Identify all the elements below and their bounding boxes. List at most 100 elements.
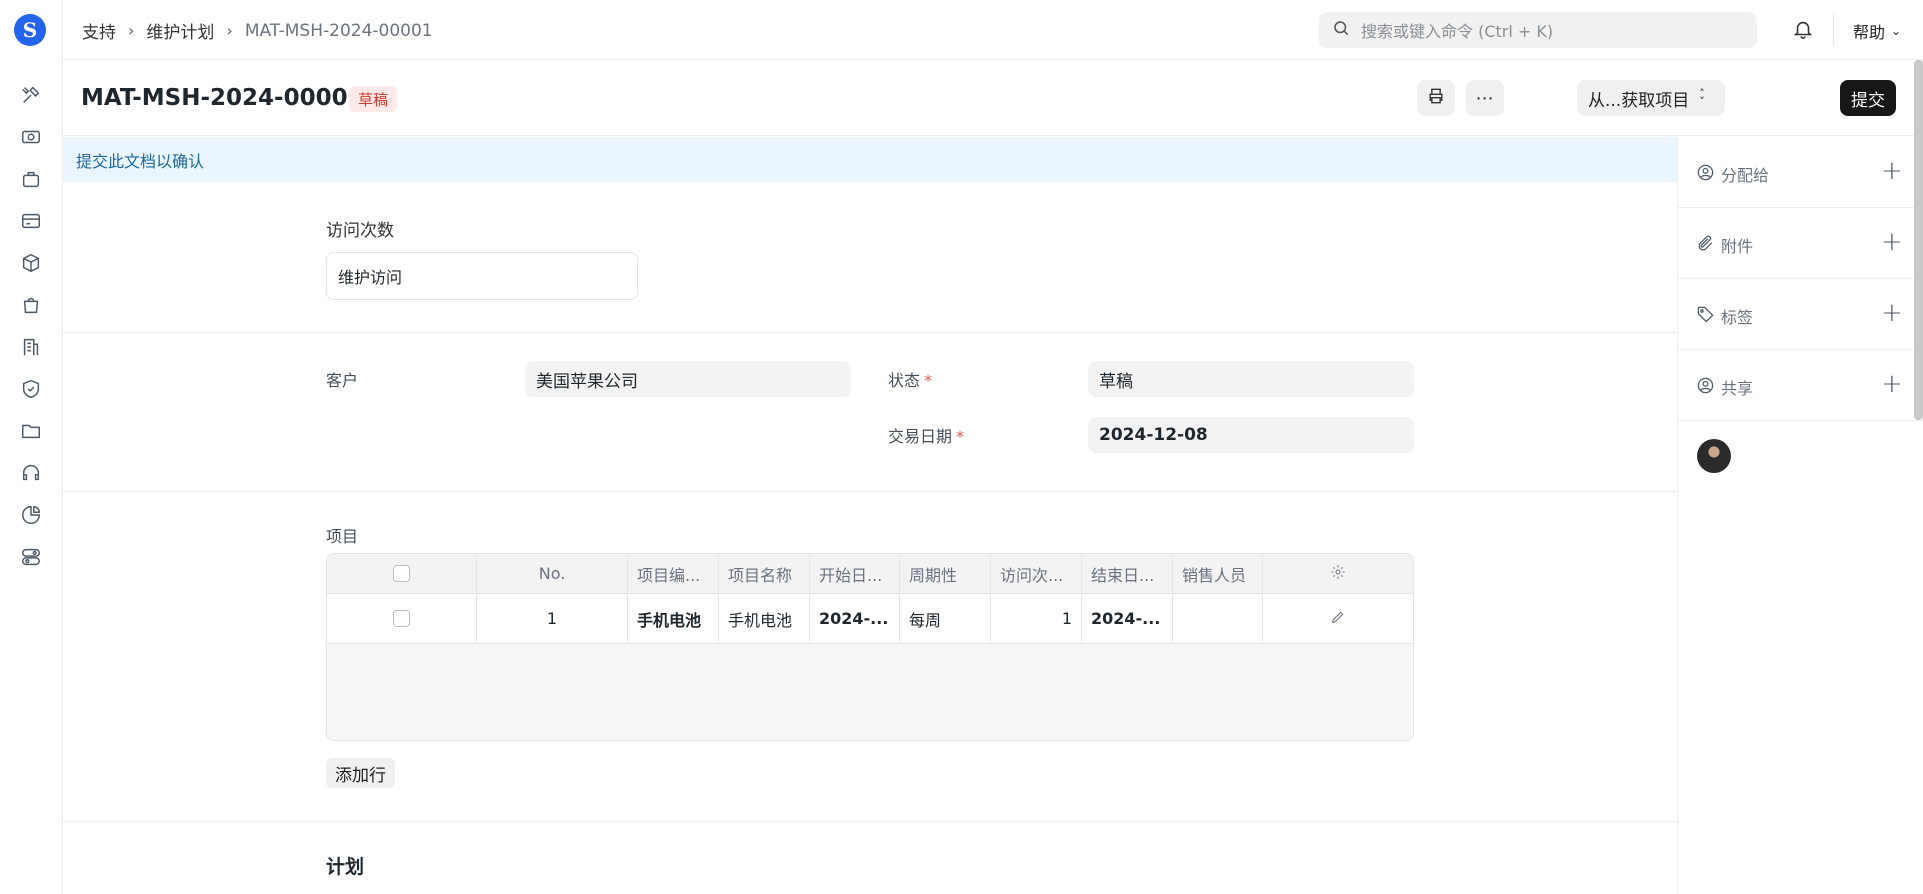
edit-row-button[interactable] xyxy=(1263,594,1413,643)
paperclip-icon xyxy=(1696,234,1716,254)
tools-icon[interactable] xyxy=(19,83,43,107)
ellipsis-icon: ⋯ xyxy=(1475,87,1495,109)
section-divider xyxy=(63,491,1677,492)
submit-button[interactable]: 提交 xyxy=(1840,80,1896,116)
sidebar-item-label: 附件 xyxy=(1721,237,1754,256)
plus-icon[interactable]: + xyxy=(1881,298,1903,328)
search-icon xyxy=(1332,19,1361,41)
assign-user-icon xyxy=(1696,163,1716,183)
schedule-section-title: 计划 xyxy=(326,856,365,878)
form-sidebar: 分配给 + 附件 + 标签 + 共享 + xyxy=(1677,137,1923,894)
sort-updown-icon: ˄ ˅ xyxy=(1699,87,1705,108)
page-title: MAT-MSH-2024-00001 xyxy=(81,85,364,111)
printer-icon xyxy=(1426,86,1446,110)
column-header: 开始日... xyxy=(810,554,900,593)
submit-notice: 提交此文档以确认 xyxy=(63,137,1677,182)
transaction-date-field[interactable]: 2024-12-08 xyxy=(1088,417,1414,453)
building-icon[interactable] xyxy=(19,335,43,359)
visits-field[interactable]: 维护访问 xyxy=(326,252,638,300)
sidebar-item-tags[interactable]: 标签 + xyxy=(1678,279,1923,350)
more-actions-button[interactable]: ⋯ xyxy=(1466,80,1504,116)
breadcrumb: 支持 › 维护计划 › MAT-MSH-2024-00001 xyxy=(82,18,433,44)
form-body: 访问次数 维护访问 客户 美国苹果公司 状态 * 草稿 交易日期 * 2024-12… xyxy=(63,182,1677,894)
breadcrumb-support[interactable]: 支持 xyxy=(82,18,116,43)
sidebar-item-share[interactable]: 共享 + xyxy=(1678,350,1923,421)
sidebar-item-label: 分配给 xyxy=(1721,166,1770,185)
share-user-icon xyxy=(1696,376,1716,396)
help-label: 帮助 xyxy=(1853,23,1886,42)
app-logo[interactable]: S xyxy=(14,14,46,46)
sidebar-item-assign[interactable]: 分配给 + xyxy=(1678,137,1923,208)
customer-field[interactable]: 美国苹果公司 xyxy=(525,361,851,397)
item-name-cell[interactable]: 手机电池 xyxy=(719,594,810,643)
search-placeholder: 搜索或键入命令 (Ctrl + K) xyxy=(1361,22,1554,41)
section-divider xyxy=(63,821,1677,822)
items-label: 项目 xyxy=(326,527,359,546)
row-select-cell xyxy=(327,594,477,643)
chevron-right-icon: › xyxy=(226,21,233,40)
plus-icon[interactable]: + xyxy=(1881,227,1903,257)
shield-icon[interactable] xyxy=(19,377,43,401)
get-items-from-button[interactable]: 从...获取项目 ˄ ˅ xyxy=(1577,80,1725,116)
add-row-button[interactable]: 添加行 xyxy=(326,758,395,788)
column-header: 访问次... xyxy=(991,554,1082,593)
start-date-cell[interactable]: 2024-... xyxy=(810,594,900,643)
plus-icon[interactable]: + xyxy=(1881,156,1903,186)
page-head: MAT-MSH-2024-00001 草稿 从...获取项目 ˄ ˅ ⋯ 提交 xyxy=(63,60,1923,136)
pie-chart-icon[interactable] xyxy=(19,503,43,527)
notification-bell-icon[interactable] xyxy=(1792,18,1816,42)
chevron-down-icon: ⌄ xyxy=(1891,24,1902,38)
pencil-icon xyxy=(1330,609,1346,629)
search-bar[interactable]: 搜索或键入命令 (Ctrl + K) xyxy=(1319,12,1757,48)
customer-label: 客户 xyxy=(326,371,359,390)
headset-icon[interactable] xyxy=(19,461,43,485)
shopping-bag-icon[interactable] xyxy=(19,167,43,191)
table-header: No. 项目编... 项目名称 开始日... 周期性 访问次... 结束日...… xyxy=(327,554,1413,594)
sidebar-item-label: 标签 xyxy=(1721,308,1754,327)
page-scrollbar[interactable] xyxy=(1914,60,1923,420)
sidebar-item-attachments[interactable]: 附件 + xyxy=(1678,208,1923,279)
app-sidebar: S xyxy=(0,0,63,894)
breadcrumb-maintenance-schedule[interactable]: 维护计划 xyxy=(146,18,214,43)
plus-icon[interactable]: + xyxy=(1881,369,1903,399)
column-header: 销售人员 xyxy=(1173,554,1263,593)
top-navbar: 支持 › 维护计划 › MAT-MSH-2024-00001 搜索或键入命令 (… xyxy=(63,0,1923,60)
visits-label: 访问次数 xyxy=(326,221,394,241)
end-date-cell[interactable]: 2024-... xyxy=(1082,594,1173,643)
chevron-right-icon: › xyxy=(128,21,135,40)
transaction-date-label: 交易日期 * xyxy=(888,427,965,446)
breadcrumb-current[interactable]: MAT-MSH-2024-00001 xyxy=(245,21,433,41)
column-header: No. xyxy=(477,554,628,593)
status-badge: 草稿 xyxy=(349,86,398,112)
column-header: 项目名称 xyxy=(719,554,810,593)
items-table: No. 项目编... 项目名称 开始日... 周期性 访问次... 结束日...… xyxy=(326,553,1414,741)
toggle-icon[interactable] xyxy=(19,545,43,569)
bag-icon[interactable] xyxy=(19,293,43,317)
print-button[interactable] xyxy=(1417,80,1455,116)
periodicity-cell[interactable]: 每周 xyxy=(900,594,991,643)
package-icon[interactable] xyxy=(19,251,43,275)
eye-money-icon[interactable] xyxy=(19,125,43,149)
visits-cell[interactable]: 1 xyxy=(991,594,1082,643)
item-code-cell[interactable]: 手机电池 xyxy=(628,594,719,643)
divider xyxy=(1833,14,1834,46)
sales-person-cell[interactable] xyxy=(1173,594,1263,643)
folder-icon[interactable] xyxy=(19,419,43,443)
tag-icon xyxy=(1696,305,1716,325)
column-header: 项目编... xyxy=(628,554,719,593)
row-checkbox[interactable] xyxy=(393,610,410,627)
select-all-checkbox[interactable] xyxy=(393,565,410,582)
table-row[interactable]: 1 手机电池 手机电池 2024-... 每周 1 2024-... xyxy=(327,594,1413,644)
help-dropdown[interactable]: 帮助 ⌄ xyxy=(1853,19,1901,43)
select-all-cell xyxy=(327,554,477,593)
sidebar-item-label: 共享 xyxy=(1721,379,1754,398)
status-field[interactable]: 草稿 xyxy=(1088,361,1414,397)
column-settings-button[interactable] xyxy=(1263,554,1413,593)
owner-avatar[interactable] xyxy=(1697,439,1731,473)
section-divider xyxy=(63,332,1677,333)
column-header: 结束日... xyxy=(1082,554,1173,593)
gear-icon xyxy=(1330,564,1346,584)
card-icon[interactable] xyxy=(19,209,43,233)
status-label: 状态 * xyxy=(888,371,933,390)
column-header: 周期性 xyxy=(900,554,991,593)
